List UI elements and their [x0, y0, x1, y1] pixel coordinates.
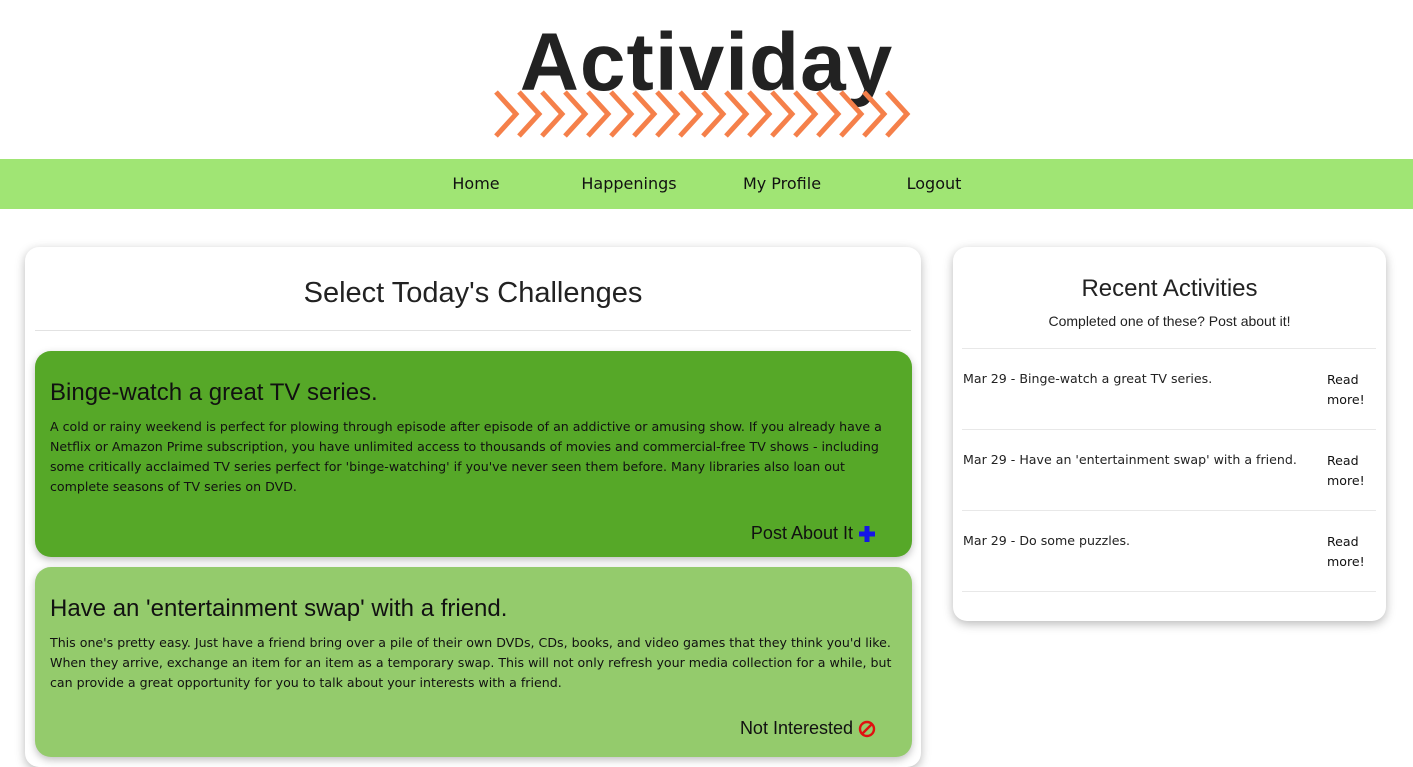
not-interested-label: Not Interested	[739, 718, 853, 738]
recent-activities-subtitle: Completed one of these? Post about it!	[1048, 313, 1291, 329]
activity-row: Mar 29 - Binge-watch a great TV series. …	[962, 349, 1376, 430]
nav-my-profile-link[interactable]: My Profile	[732, 159, 832, 209]
nav-home-link[interactable]: Home	[426, 159, 526, 209]
post-about-it-button[interactable]: Post About It	[751, 523, 876, 544]
activity-text: Mar 29 - Have an 'entertainment swap' wi…	[963, 452, 1297, 467]
prohibited-icon	[858, 720, 876, 737]
challenges-title: Select Today's Challenges	[303, 277, 643, 309]
activity-text: Mar 29 - Binge-watch a great TV series.	[963, 371, 1213, 386]
activity-row: Mar 29 - Do some puzzles. Read more!	[962, 511, 1376, 592]
post-about-it-label: Post About It	[750, 523, 853, 543]
read-more-link[interactable]: Read more!	[1327, 370, 1372, 410]
plus-icon	[859, 525, 875, 542]
activity-row: Mar 29 - Have an 'entertainment swap' wi…	[962, 430, 1376, 511]
nav-logout-link[interactable]: Logout	[884, 159, 984, 209]
challenge-title: Binge-watch a great TV series.	[50, 379, 378, 406]
challenges-panel: Select Today's Challenges Binge-watch a …	[25, 247, 921, 767]
main-nav: Home Happenings My Profile Logout	[0, 159, 1413, 209]
divider	[35, 330, 911, 331]
read-more-link[interactable]: Read more!	[1327, 532, 1372, 572]
recent-activities-title: Recent Activities	[1081, 275, 1258, 302]
challenge-card: Have an 'entertainment swap' with a frie…	[35, 567, 912, 757]
recent-activities-panel: Recent Activities Completed one of these…	[953, 247, 1386, 621]
site-header: Actividay	[0, 0, 1413, 159]
activity-text: Mar 29 - Do some puzzles.	[963, 533, 1131, 548]
challenge-card: Binge-watch a great TV series. A cold or…	[35, 351, 912, 557]
logo-chevrons-graphic	[494, 90, 911, 138]
nav-happenings-link[interactable]: Happenings	[574, 159, 684, 209]
challenge-description: A cold or rainy weekend is perfect for p…	[50, 419, 882, 494]
not-interested-button[interactable]: Not Interested	[740, 718, 876, 739]
read-more-link[interactable]: Read more!	[1327, 451, 1372, 491]
challenge-description: This one's pretty easy. Just have a frie…	[50, 635, 892, 690]
challenge-title: Have an 'entertainment swap' with a frie…	[50, 595, 508, 622]
